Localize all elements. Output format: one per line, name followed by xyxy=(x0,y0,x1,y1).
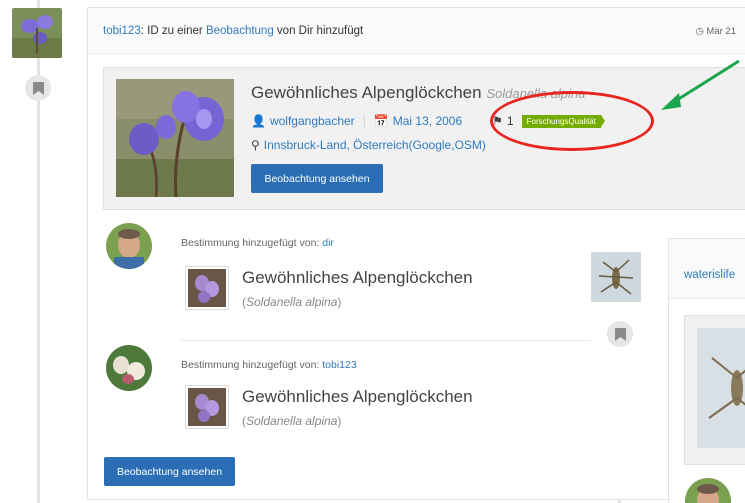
identifier-link[interactable]: tobi123 xyxy=(322,359,356,371)
identification-label-text: Bestimmung hinzugefügt von: xyxy=(181,237,323,249)
highlight-ellipse xyxy=(490,91,654,151)
observation-thumbnail[interactable] xyxy=(12,8,62,58)
feed-card-secondary: waterislife xyxy=(668,238,745,503)
observation-photo[interactable] xyxy=(116,79,234,197)
annotation-arrow-icon xyxy=(661,59,740,110)
avatar[interactable] xyxy=(106,345,152,391)
action-text: : ID zu einer xyxy=(140,25,206,37)
view-observation-button-bottom[interactable]: Beobachtung ansehen xyxy=(104,457,235,486)
taxon-sci-text: Soldanella alpina xyxy=(246,414,338,428)
identification-label: Bestimmung hinzugefügt von: tobi123 xyxy=(181,359,357,371)
feed-date: ◷ Mär 21 xyxy=(695,26,736,37)
taxon-sci-close: ) xyxy=(337,414,342,428)
avatar[interactable] xyxy=(106,223,152,269)
observation-summary: Gewöhnliches Alpenglöckchen Soldanella a… xyxy=(103,67,745,210)
taxon-thumbnail[interactable] xyxy=(185,385,229,429)
taxon-sci-close: ) xyxy=(337,295,342,309)
view-observation-button[interactable]: Beobachtung ansehen xyxy=(251,164,383,193)
meta-separator: | xyxy=(362,114,366,128)
observer-link[interactable]: wolfgangbacher xyxy=(270,114,355,128)
observation-summary xyxy=(684,315,745,465)
bookmark-icon[interactable] xyxy=(607,321,633,347)
user-icon: 👤 xyxy=(251,114,266,128)
google-link[interactable]: Google xyxy=(413,138,452,152)
identifier-link[interactable]: dir xyxy=(322,237,334,249)
calendar-icon: 📅 xyxy=(373,114,389,128)
osm-link[interactable]: OSM xyxy=(455,138,482,152)
feed-card-secondary-header: waterislife xyxy=(669,239,745,299)
user-link[interactable]: waterislife xyxy=(684,269,735,281)
identification-label-text: Bestimmung hinzugefügt von: xyxy=(181,359,323,371)
observation-common-name[interactable]: Gewöhnliches Alpenglöckchen xyxy=(251,83,482,102)
taxon-scientific-name: (Soldanella alpina) xyxy=(242,414,341,428)
observation-location: ⚲ Innsbruck-Land, Österreich (Google, OS… xyxy=(251,138,486,152)
map-marker-icon: ⚲ xyxy=(251,138,260,152)
feed-card: tobi123: ID zu einer Beobachtung von Dir… xyxy=(87,7,745,500)
taxon-thumbnail[interactable] xyxy=(185,266,229,310)
taxon-common-name[interactable]: Gewöhnliches Alpenglöckchen xyxy=(242,268,473,288)
identification-label: Bestimmung hinzugefügt von: dir xyxy=(181,237,334,249)
feed-header-text: tobi123: ID zu einer Beobachtung von Dir… xyxy=(103,25,363,37)
bookmark-icon[interactable] xyxy=(25,75,51,101)
observation-link[interactable]: Beobachtung xyxy=(206,25,274,37)
observation-date[interactable]: Mai 13, 2006 xyxy=(393,114,462,128)
location-link[interactable]: Innsbruck-Land, Österreich xyxy=(264,138,409,152)
taxon-common-name[interactable]: Gewöhnliches Alpenglöckchen xyxy=(242,387,473,407)
observation-thumbnail[interactable] xyxy=(591,252,641,302)
identification-divider xyxy=(181,340,591,341)
action-suffix: von Dir hinzufügt xyxy=(273,25,364,37)
taxon-sci-text: Soldanella alpina xyxy=(246,295,338,309)
user-link[interactable]: tobi123 xyxy=(103,25,141,37)
clock-icon: ◷ xyxy=(695,26,707,37)
feed-date-text: Mär 21 xyxy=(706,26,736,37)
feed-card-header: tobi123: ID zu einer Beobachtung von Dir… xyxy=(88,8,745,54)
observation-photo[interactable] xyxy=(697,328,745,448)
taxon-scientific-name: (Soldanella alpina) xyxy=(242,295,341,309)
location-paren-close: ) xyxy=(481,138,486,152)
